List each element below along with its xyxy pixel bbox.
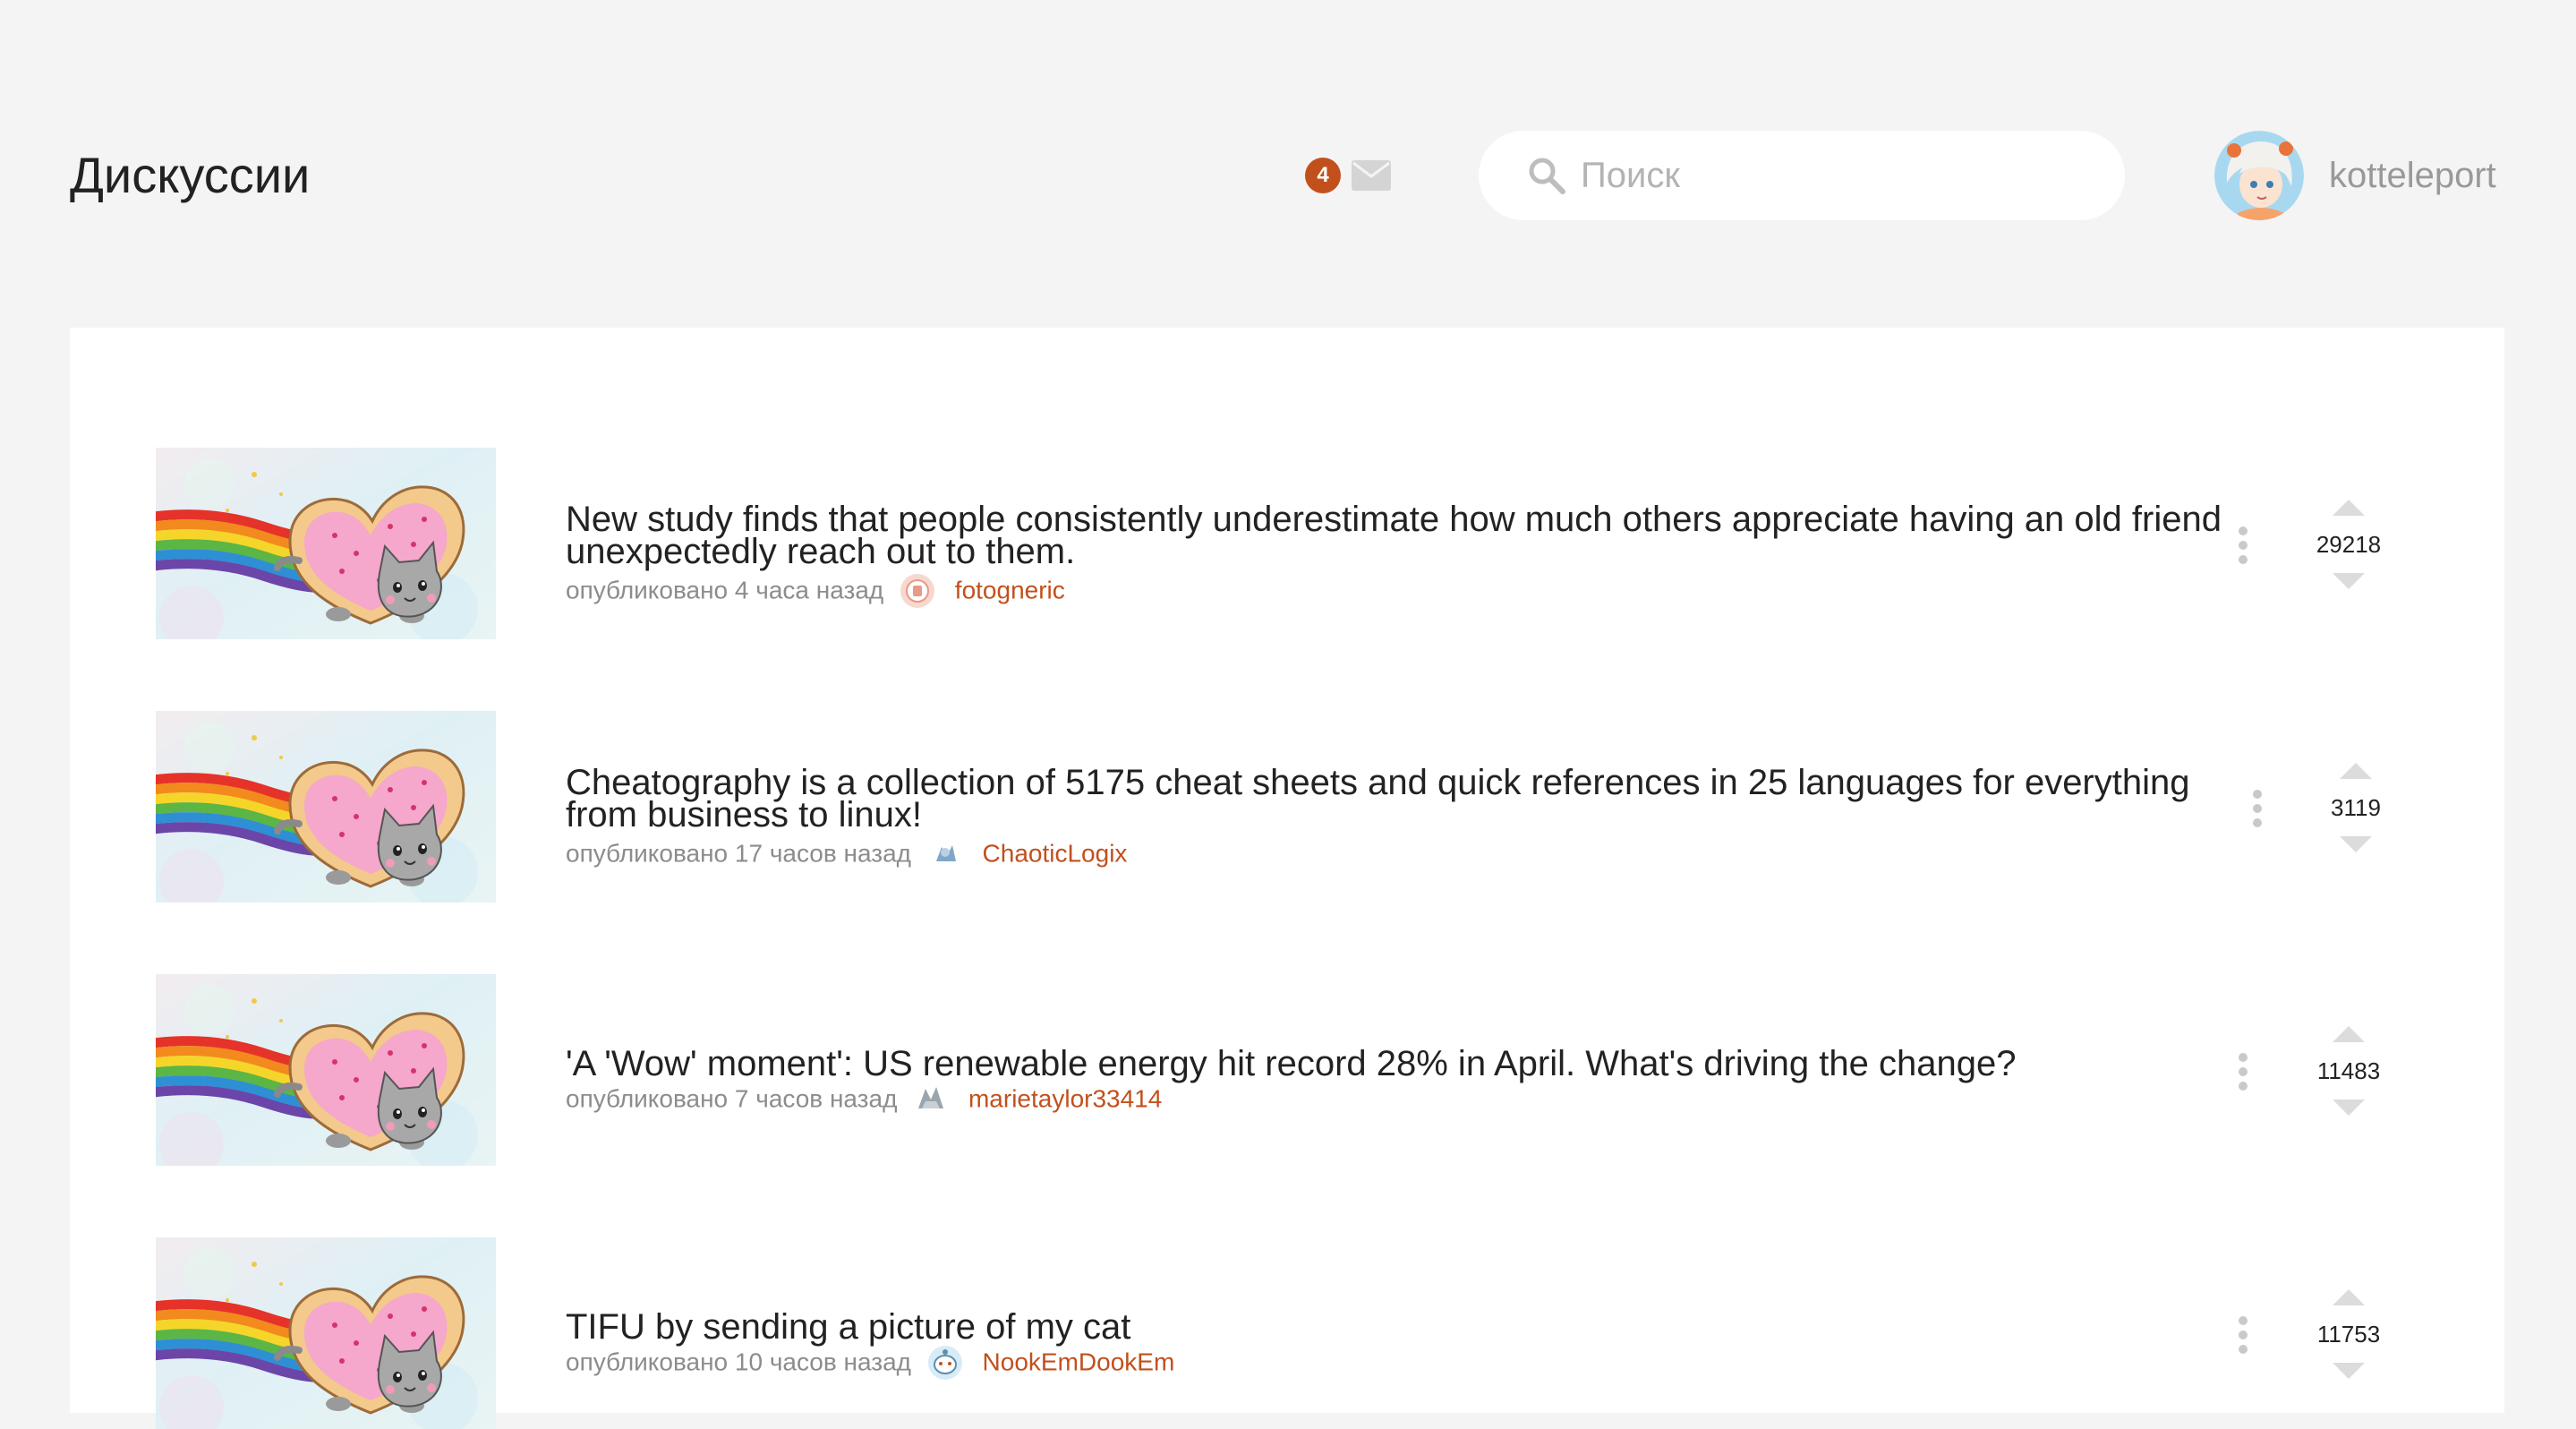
post-title[interactable]: Cheatography is a collection of 5175 che… (566, 765, 2222, 833)
envelope-icon[interactable] (1352, 160, 1391, 191)
list-item[interactable]: Cheatography is a collection of 5175 che… (70, 711, 2504, 903)
downvote-icon[interactable] (2333, 573, 2365, 589)
mail-button[interactable]: 4 (1305, 158, 1395, 193)
discussion-list: New study finds that people consistently… (70, 328, 2504, 1413)
mail-count-badge: 4 (1305, 158, 1341, 193)
user-menu[interactable]: kotteleport (2214, 131, 2510, 220)
search-box[interactable] (1479, 131, 2125, 220)
author-avatar (900, 573, 935, 608)
vote-widget: 11483 (2304, 1026, 2393, 1116)
list-item[interactable]: New study finds that people consistently… (70, 448, 2504, 639)
vote-score: 3119 (2331, 794, 2381, 821)
post-time: опубликовано 7 часов назад (566, 1084, 898, 1113)
vote-widget: 29218 (2304, 500, 2393, 589)
post-meta: опубликовано 7 часов назад marietaylor33… (566, 1078, 1162, 1117)
post-thumbnail[interactable] (156, 711, 496, 903)
upvote-icon[interactable] (2333, 1289, 2365, 1305)
vote-score: 11753 (2316, 1321, 2381, 1348)
author-link[interactable]: marietaylor33414 (968, 1085, 1162, 1113)
author-link[interactable]: NookEmDookEm (983, 1348, 1175, 1376)
page-title: Дискуссии (70, 147, 311, 203)
downvote-icon[interactable] (2333, 1100, 2365, 1116)
vote-widget: 3119 (2311, 763, 2401, 852)
vote-widget: 11753 (2304, 1289, 2393, 1379)
post-thumbnail[interactable] (156, 974, 496, 1166)
post-meta: опубликовано 4 часа назад fotogneric (566, 569, 1065, 609)
post-thumbnail[interactable] (156, 448, 496, 639)
search-input[interactable] (1581, 149, 2082, 202)
more-options-button[interactable] (2232, 526, 2254, 571)
post-time: опубликовано 10 часов назад (566, 1348, 911, 1376)
author-avatar (914, 1082, 949, 1117)
author-avatar (927, 1345, 962, 1380)
post-thumbnail[interactable] (156, 1237, 496, 1429)
vote-score: 29218 (2316, 531, 2382, 558)
upvote-icon[interactable] (2333, 500, 2365, 516)
author-link[interactable]: fotogneric (955, 577, 1065, 604)
downvote-icon[interactable] (2333, 1363, 2365, 1379)
post-meta: опубликовано 17 часов назад ChaoticLogix (566, 833, 1127, 872)
more-options-button[interactable] (2232, 1053, 2254, 1098)
post-meta: опубликовано 10 часов назад NookEmDookEm (566, 1341, 1174, 1381)
search-icon (1529, 158, 1565, 194)
vote-score: 11483 (2316, 1057, 2381, 1084)
upvote-icon[interactable] (2333, 1026, 2365, 1042)
post-title[interactable]: 'A 'Wow' moment': US renewable energy hi… (566, 1046, 2222, 1082)
author-link[interactable]: ChaoticLogix (983, 840, 1128, 868)
avatar[interactable] (2214, 131, 2304, 220)
downvote-icon[interactable] (2340, 836, 2372, 852)
more-options-button[interactable] (2232, 1316, 2254, 1361)
author-avatar (927, 836, 962, 871)
username[interactable]: kotteleport (2329, 150, 2496, 201)
post-title[interactable]: New study finds that people consistently… (566, 501, 2222, 569)
post-title[interactable]: TIFU by sending a picture of my cat (566, 1309, 2222, 1345)
list-item[interactable]: TIFU by sending a picture of my cat опуб… (70, 1237, 2504, 1429)
more-options-button[interactable] (2247, 790, 2268, 834)
post-time: опубликовано 17 часов назад (566, 839, 911, 868)
list-item[interactable]: 'A 'Wow' moment': US renewable energy hi… (70, 974, 2504, 1166)
post-time: опубликовано 4 часа назад (566, 576, 884, 604)
upvote-icon[interactable] (2340, 763, 2372, 779)
